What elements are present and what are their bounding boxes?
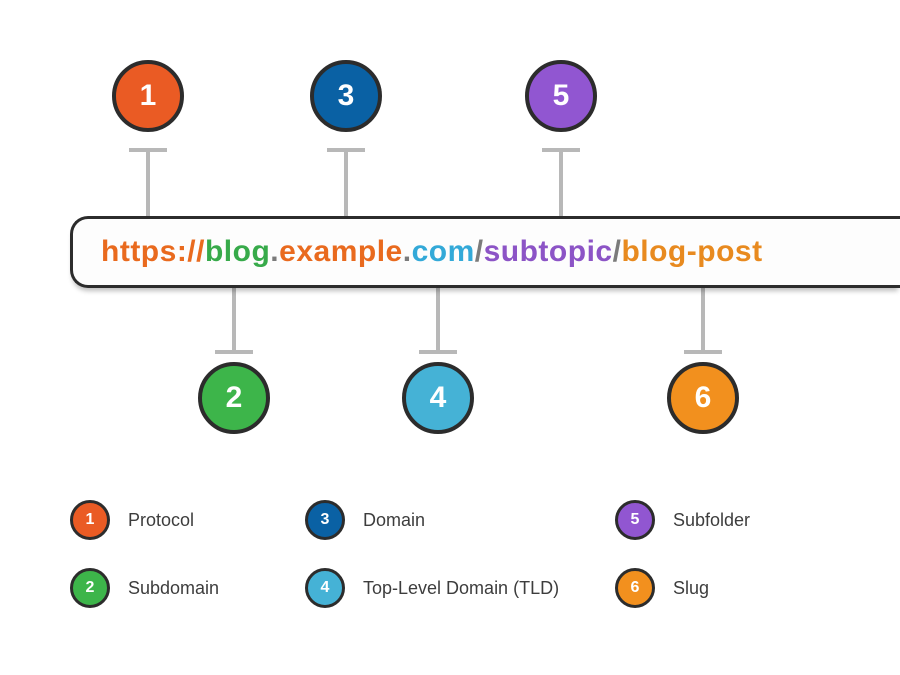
- marker-4-tld: 4: [402, 362, 474, 434]
- legend-dot-4: 4: [305, 568, 345, 608]
- legend-dot-2: 2: [70, 568, 110, 608]
- legend-item-domain: 3 Domain: [305, 500, 615, 540]
- legend-label: Slug: [673, 578, 709, 599]
- url-separator-slash: /: [613, 235, 622, 269]
- marker-3-domain: 3: [310, 60, 382, 132]
- legend-dot-5: 5: [615, 500, 655, 540]
- url-part-protocol: https://: [101, 235, 205, 269]
- legend-item-subfolder: 5 Subfolder: [615, 500, 850, 540]
- url-separator-dot: .: [270, 235, 279, 269]
- legend: 1 Protocol 3 Domain 5 Subfolder 2 Subdom…: [70, 500, 870, 608]
- marker-6-slug: 6: [667, 362, 739, 434]
- url-separator-dot: .: [403, 235, 412, 269]
- url-separator-slash: /: [475, 235, 484, 269]
- legend-dot-1: 1: [70, 500, 110, 540]
- url-bar: https://blog.example.com/subtopic/blog-p…: [70, 216, 900, 288]
- legend-label: Protocol: [128, 510, 194, 531]
- marker-5-subfolder: 5: [525, 60, 597, 132]
- legend-label: Subfolder: [673, 510, 750, 531]
- url-part-subdomain: blog: [205, 235, 270, 269]
- legend-item-slug: 6 Slug: [615, 568, 850, 608]
- legend-dot-6: 6: [615, 568, 655, 608]
- legend-label: Subdomain: [128, 578, 219, 599]
- diagram-stage: https://blog.example.com/subtopic/blog-p…: [0, 0, 900, 675]
- legend-item-tld: 4 Top-Level Domain (TLD): [305, 568, 615, 608]
- url-part-slug: blog-post: [621, 235, 762, 269]
- legend-dot-3: 3: [305, 500, 345, 540]
- legend-label: Top-Level Domain (TLD): [363, 578, 559, 599]
- marker-2-subdomain: 2: [198, 362, 270, 434]
- marker-1-protocol: 1: [112, 60, 184, 132]
- url-part-tld: com: [412, 235, 475, 269]
- url-part-domain: example: [279, 235, 403, 269]
- legend-label: Domain: [363, 510, 425, 531]
- legend-item-subdomain: 2 Subdomain: [70, 568, 305, 608]
- legend-item-protocol: 1 Protocol: [70, 500, 305, 540]
- url-part-subfolder: subtopic: [484, 235, 613, 269]
